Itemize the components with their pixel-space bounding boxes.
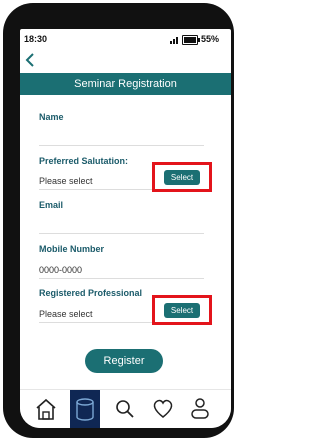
tab-profile[interactable] xyxy=(185,390,215,428)
search-icon xyxy=(116,400,134,418)
tab-home[interactable] xyxy=(31,390,61,428)
salutation-value: Please select xyxy=(39,176,93,186)
name-label: Name xyxy=(39,112,64,122)
user-icon xyxy=(191,398,209,419)
professional-value: Please select xyxy=(39,309,93,319)
chevron-left-icon xyxy=(25,53,34,67)
mobile-value: 0000-0000 xyxy=(39,265,83,275)
tab-bar xyxy=(20,389,231,428)
tab-search[interactable] xyxy=(110,390,140,428)
status-time: 18:30 xyxy=(24,34,48,44)
register-button[interactable]: Register xyxy=(85,349,163,373)
email-field[interactable] xyxy=(39,217,204,234)
signal-icon xyxy=(170,37,178,44)
tab-favorites[interactable] xyxy=(148,390,178,428)
salutation-highlight: Select xyxy=(152,162,212,192)
title-bar: Seminar Registration xyxy=(20,73,231,95)
battery-percent: 55% xyxy=(201,34,220,44)
back-button[interactable] xyxy=(25,53,41,69)
professional-select-button[interactable]: Select xyxy=(164,303,200,318)
salutation-label: Preferred Salutation: xyxy=(39,156,129,166)
heart-icon xyxy=(153,399,173,418)
professional-highlight: Select xyxy=(152,295,212,325)
screen: 18:30 55% Seminar Registration Name Pref… xyxy=(20,29,231,428)
home-icon xyxy=(36,398,56,420)
battery-icon xyxy=(182,35,200,45)
mobile-label: Mobile Number xyxy=(39,244,105,254)
professional-label: Registered Professional xyxy=(39,288,143,298)
email-label: Email xyxy=(39,200,64,210)
phone-frame: 18:30 55% Seminar Registration Name Pref… xyxy=(3,3,234,438)
status-bar: 18:30 55% xyxy=(20,29,231,51)
mobile-field[interactable]: 0000-0000 xyxy=(39,262,204,279)
tab-database[interactable] xyxy=(70,390,100,428)
page-title: Seminar Registration xyxy=(74,78,177,90)
database-icon xyxy=(76,398,94,421)
name-field[interactable] xyxy=(39,129,204,146)
salutation-select-button[interactable]: Select xyxy=(164,170,200,185)
